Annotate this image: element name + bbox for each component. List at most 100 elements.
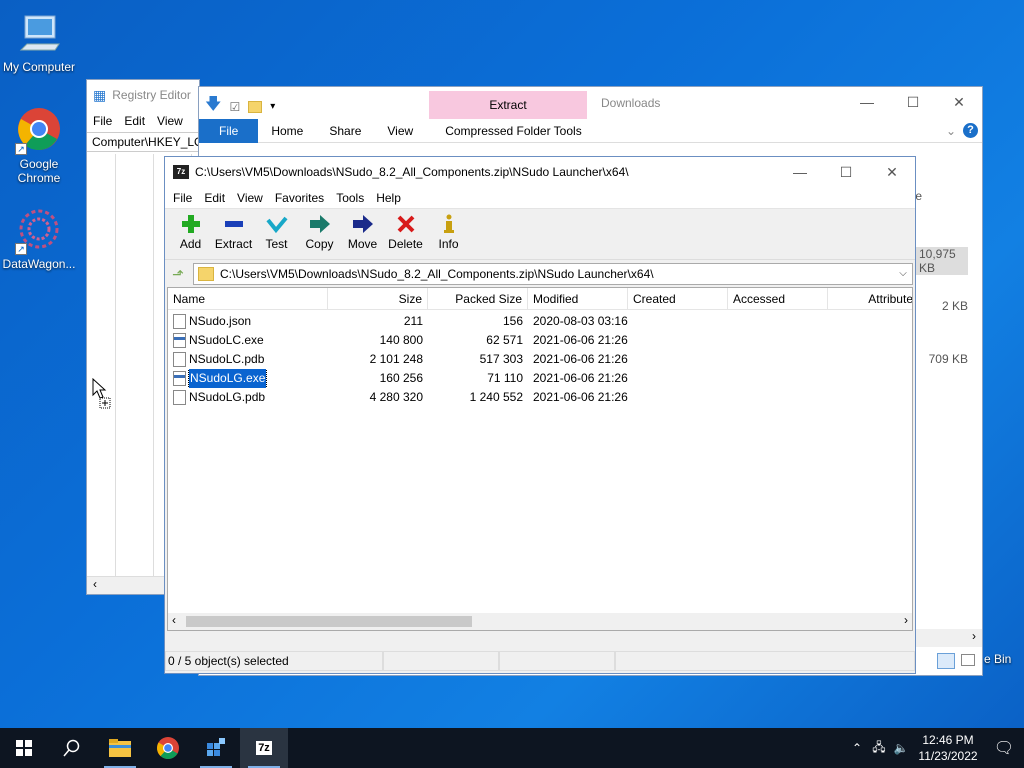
column-header-accessed[interactable]: Accessed	[728, 288, 828, 309]
column-header-name[interactable]: Name	[168, 288, 328, 309]
network-icon[interactable]: 🖧	[868, 738, 890, 759]
address-bar[interactable]: Computer\HKEY_LO	[87, 132, 199, 152]
desktop-icon-label: My Computer	[2, 60, 76, 74]
file-size: 4 280 320	[369, 390, 423, 404]
taskbar-registry-editor[interactable]	[192, 728, 240, 768]
column-header-created[interactable]: Created	[628, 288, 728, 309]
copy-button[interactable]: Copy	[298, 213, 341, 251]
search-button[interactable]	[48, 728, 96, 768]
volume-icon[interactable]: 🔈	[890, 741, 912, 755]
taskbar-file-explorer[interactable]	[96, 728, 144, 768]
desktop-icon-my-computer[interactable]: My Computer	[1, 10, 77, 74]
column-header-modified[interactable]: Modified	[528, 288, 628, 309]
extract-button[interactable]: Extract	[212, 213, 255, 251]
scroll-left-arrow-icon[interactable]: ‹	[172, 613, 176, 627]
menu-edit[interactable]: Edit	[198, 191, 231, 205]
menu-view[interactable]: View	[231, 191, 269, 205]
horizontal-scrollbar[interactable]: ›	[915, 629, 982, 647]
file-list[interactable]: Name Size Packed Size Modified Created A…	[167, 287, 913, 631]
maximize-button[interactable]: ☐	[890, 87, 936, 117]
notifications-icon[interactable]: 🗨	[984, 738, 1024, 758]
datawagon-icon: ↗	[15, 207, 63, 255]
table-row[interactable]: NSudoLG.pdb 4 280 320 1 240 552 2021-06-…	[168, 388, 912, 407]
menu-tools[interactable]: Tools	[330, 191, 370, 205]
add-button[interactable]: Add	[169, 213, 212, 251]
search-icon	[63, 739, 80, 757]
menu-view[interactable]: View	[157, 114, 183, 128]
table-row-selected[interactable]: NSudoLG.exe 160 256 71 110 2021-06-06 21…	[168, 369, 912, 388]
taskbar-chrome[interactable]	[144, 728, 192, 768]
table-row[interactable]: NSudoLC.pdb 2 101 248 517 303 2021-06-06…	[168, 350, 912, 369]
ribbon-tab-home[interactable]: Home	[258, 119, 316, 143]
ribbon-tab-view[interactable]: View	[374, 119, 426, 143]
scroll-right-arrow-icon[interactable]: ›	[904, 613, 908, 627]
contextual-tab-extract[interactable]: Extract	[429, 91, 587, 119]
file-size: 140 800	[379, 333, 423, 347]
address-bar[interactable]: C:\Users\VM5\Downloads\NSudo_8.2_All_Com…	[193, 262, 913, 285]
help-icon[interactable]: ?	[963, 123, 978, 138]
horizontal-scrollbar[interactable]: ‹ ›	[168, 613, 912, 630]
toolbar-label: Info	[438, 237, 459, 251]
properties-icon[interactable]: ☑	[229, 100, 240, 114]
chevron-down-icon[interactable]: ⌄	[946, 124, 956, 138]
desktop-icon-label: Google Chrome	[17, 157, 61, 185]
details-view-icon[interactable]	[937, 653, 955, 669]
taskbar-7zip[interactable]: 7z	[240, 728, 288, 768]
window-title: Downloads	[601, 96, 661, 110]
copy-icon	[298, 213, 341, 235]
desktop-icon-google-chrome[interactable]: ↗ Google Chrome	[1, 107, 77, 185]
table-row[interactable]: NSudoLC.exe 140 800 62 571 2021-06-06 21…	[168, 331, 912, 350]
test-button[interactable]: Test	[255, 213, 298, 251]
computer-icon	[15, 10, 63, 58]
file-name: NSudoLC.exe	[189, 333, 264, 347]
desktop-icon-datawagon[interactable]: ↗ DataWagon...	[1, 207, 77, 271]
minimize-button[interactable]: —	[844, 87, 890, 117]
file-icon	[173, 352, 186, 367]
menu-help[interactable]: Help	[370, 191, 407, 205]
close-button[interactable]: ✕	[869, 157, 915, 187]
chevron-down-icon[interactable]: ⌵	[894, 268, 912, 279]
start-button[interactable]	[0, 728, 48, 768]
menu-file[interactable]: File	[167, 191, 198, 205]
file-packed-size: 71 110	[487, 371, 523, 385]
info-icon	[427, 213, 470, 235]
scroll-right-arrow-icon[interactable]: ›	[972, 629, 976, 643]
column-header-partial: e	[915, 189, 922, 203]
menu-favorites[interactable]: Favorites	[269, 191, 330, 205]
address-path[interactable]: C:\Users\VM5\Downloads\NSudo_8.2_All_Com…	[220, 267, 894, 281]
file-packed-size: 1 240 552	[469, 390, 523, 404]
maximize-button[interactable]: ☐	[823, 157, 869, 187]
scrollbar-thumb[interactable]	[186, 616, 472, 627]
menu-file[interactable]: File	[93, 114, 112, 128]
new-folder-icon[interactable]	[248, 100, 263, 113]
window-title: C:\Users\VM5\Downloads\NSudo_8.2_All_Com…	[195, 165, 629, 179]
delete-button[interactable]: Delete	[384, 213, 427, 251]
file-name: NSudoLG.exe	[187, 369, 268, 388]
7zip-file-manager-window[interactable]: 7z C:\Users\VM5\Downloads\NSudo_8.2_All_…	[164, 156, 916, 674]
move-button[interactable]: Move	[341, 213, 384, 251]
info-button[interactable]: Info	[427, 213, 470, 251]
add-icon	[169, 213, 212, 235]
up-folder-icon[interactable]: ⬏	[169, 265, 187, 283]
table-row[interactable]: NSudo.json 211 156 2020-08-03 03:16	[168, 312, 912, 331]
down-arrow-icon[interactable]: 🡇	[205, 93, 221, 120]
file-packed-size: 517 303	[479, 352, 523, 366]
column-header-size[interactable]: Size	[328, 288, 428, 309]
minimize-button[interactable]: —	[777, 157, 823, 187]
scroll-left-arrow-icon[interactable]: ‹	[87, 577, 97, 591]
recycle-bin-label[interactable]: e Bin	[984, 652, 1011, 666]
registry-editor-icon: ▦	[93, 86, 107, 103]
qat-dropdown-icon[interactable]: ▾	[270, 101, 275, 112]
7zip-app-icon: 7z	[173, 165, 189, 179]
ribbon-tab-compressed-folder-tools[interactable]: Compressed Folder Tools	[432, 119, 595, 143]
clock[interactable]: 12:46 PM 11/23/2022	[912, 732, 984, 764]
show-hidden-icons-chevron-icon[interactable]: ⌃	[846, 741, 868, 755]
menu-edit[interactable]: Edit	[124, 114, 145, 128]
column-header-attributes[interactable]: Attribute	[828, 288, 912, 309]
ribbon-tab-share[interactable]: Share	[316, 119, 374, 143]
file-name: NSudo.json	[189, 314, 252, 328]
large-icons-view-icon[interactable]	[961, 654, 975, 666]
ribbon-tab-file[interactable]: File	[199, 118, 259, 143]
column-header-packed-size[interactable]: Packed Size	[428, 288, 528, 309]
close-button[interactable]: ✕	[936, 87, 982, 117]
